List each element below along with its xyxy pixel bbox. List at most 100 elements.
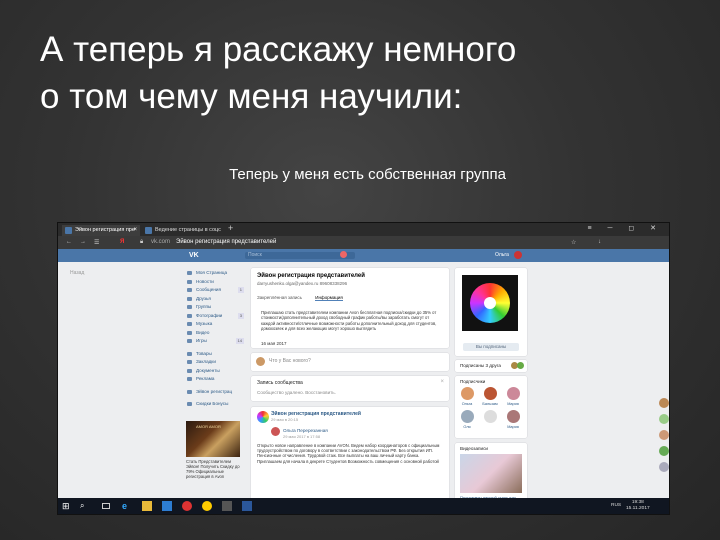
word-icon[interactable]	[242, 501, 252, 511]
video-thumbnail[interactable]	[460, 454, 522, 493]
avatar[interactable]	[514, 251, 522, 259]
nav-item-groups[interactable]: Группы	[186, 303, 244, 312]
nav-label: Эйвон регистрац	[196, 388, 233, 394]
subscribed-button[interactable]: Вы подписаны	[463, 343, 519, 351]
nav-label: Товары	[196, 350, 212, 356]
avatar[interactable]	[507, 387, 520, 400]
tab-second[interactable]: Ведение страницы в соцс	[142, 225, 222, 236]
nav-item-video[interactable]: Видео	[186, 329, 244, 338]
group-tabs: Закреплённая запись Информация	[257, 295, 355, 301]
ad-text[interactable]: Стать Представителем Эйвон! Получить Ски…	[186, 459, 242, 479]
clock[interactable]: 19:38 15.11.2017	[626, 500, 650, 512]
tab-info[interactable]: Информация	[315, 295, 343, 301]
vk-user-name[interactable]: Ольга	[495, 252, 509, 258]
nav-item-bookmarks[interactable]: Закладки	[186, 358, 244, 367]
yandex-browser-icon[interactable]	[202, 501, 212, 511]
bookmark-icon[interactable]: ☆	[571, 239, 576, 246]
nav-item-discounts[interactable]: Скидки Бонусы	[186, 400, 244, 409]
suggested-text[interactable]: Сообщество удалено. Восстановить.	[257, 390, 336, 395]
vk-favicon-icon	[65, 227, 72, 234]
avatar[interactable]	[507, 410, 520, 423]
browser-screenshot: Эйвон регистрация пре × Ведение страницы…	[57, 222, 670, 515]
friends-card[interactable]: Подписаны 3 друга	[455, 360, 527, 372]
group-cover-image[interactable]	[462, 275, 518, 331]
opera-icon[interactable]	[182, 501, 192, 511]
tab-pinned-post[interactable]: Закреплённая запись	[257, 295, 302, 300]
nav-label: Группы	[196, 304, 212, 309]
explorer-icon[interactable]	[142, 501, 152, 511]
language-indicator[interactable]: RUS	[611, 503, 621, 509]
search-icon[interactable]: ⌕	[80, 501, 90, 511]
nav-label: Документы	[196, 367, 220, 373]
nav-item-news[interactable]: Новости	[186, 278, 244, 287]
close-icon[interactable]: ×	[440, 379, 444, 385]
download-icon[interactable]: ↓	[598, 239, 601, 245]
new-tab-button[interactable]: +	[228, 223, 233, 233]
subscriber-name[interactable]: Бальзам	[482, 402, 498, 406]
nav-item-goods[interactable]: Товары	[186, 350, 244, 359]
windows-taskbar: ⊞ ⌕ e RUS 19:38 15.11.2017	[58, 498, 669, 514]
avatar[interactable]	[659, 414, 669, 424]
nav-item-games[interactable]: Игры 14	[186, 337, 244, 346]
post-author[interactable]: Ольга Перерезанная	[283, 428, 328, 433]
nav-item-friends[interactable]: Друзья	[186, 295, 244, 304]
nav-count: 14	[235, 338, 244, 344]
nav-item-messages[interactable]: Сообщения 1	[186, 286, 244, 295]
suggested-title: Запись сообщества	[257, 380, 303, 386]
store-icon[interactable]	[162, 501, 172, 511]
author-avatar[interactable]	[271, 427, 280, 436]
back-link[interactable]: Назад	[70, 270, 84, 276]
group-avatar[interactable]	[257, 411, 269, 423]
edge-icon[interactable]: e	[122, 501, 132, 511]
vk-logo[interactable]: VK	[189, 252, 199, 259]
lock-icon: 🔒︎	[140, 239, 144, 245]
videos-title[interactable]: Видеозаписи	[460, 446, 488, 451]
subscribers-title[interactable]: Подписчики	[460, 379, 485, 384]
nav-label: Видео	[196, 329, 210, 335]
avatar[interactable]	[484, 410, 497, 423]
group-title: Эйвон регистрация представителей	[257, 273, 365, 279]
tab-active[interactable]: Эйвон регистрация пре ×	[62, 225, 140, 236]
notification-bell-icon[interactable]	[340, 251, 347, 258]
back-arrow-icon[interactable]: ←	[66, 239, 72, 245]
yandex-logo[interactable]: Я	[120, 239, 124, 245]
browser-tab-bar: Эйвон регистрация пре × Ведение страницы…	[58, 223, 669, 236]
app-icon[interactable]	[222, 501, 232, 511]
menu-icon[interactable]: ☰	[94, 239, 99, 246]
address-bar[interactable]: ← → ☰ Я 🔒︎ vk.com Эйвон регистрация пред…	[58, 236, 669, 249]
windows-start-icon[interactable]: ⊞	[62, 501, 72, 511]
nav-item-photos[interactable]: Фотографии 3	[186, 312, 244, 321]
subscriber-name[interactable]: Оля	[459, 425, 475, 429]
group-contact: darryushenko.olga@yandex.ru 89608338296	[257, 281, 348, 286]
address-domain: vk.com	[151, 239, 171, 245]
nav-item-ads[interactable]: Реклама	[186, 375, 244, 384]
nav-item-my-page[interactable]: Моя Страница	[186, 269, 244, 278]
avatar	[517, 362, 524, 369]
clock-date: 15.11.2017	[626, 506, 650, 511]
avatar[interactable]	[461, 410, 474, 423]
group-date: 16 мая 2017	[261, 341, 287, 346]
nav-item-music[interactable]: Музыка	[186, 320, 244, 329]
avatar[interactable]	[659, 398, 669, 408]
nav-item-documents[interactable]: Документы	[186, 367, 244, 376]
forward-arrow-icon[interactable]: →	[80, 239, 86, 245]
avatar[interactable]	[659, 430, 669, 440]
avatar[interactable]	[659, 462, 669, 472]
new-post-input[interactable]: Что у Вас нового?	[269, 358, 311, 364]
new-post-box[interactable]: Что у Вас нового?	[251, 353, 449, 371]
subscriber-name[interactable]: Мария	[505, 425, 521, 429]
nav-label: Закладки	[196, 359, 216, 364]
avatar[interactable]	[484, 387, 497, 400]
close-tab-icon[interactable]: ×	[133, 225, 137, 236]
avatar[interactable]	[461, 387, 474, 400]
group-info-card: Эйвон регистрация представителей darryus…	[251, 268, 449, 348]
subscriber-name[interactable]: Мария	[505, 402, 521, 406]
avatar[interactable]	[659, 446, 669, 456]
task-view-icon[interactable]	[102, 503, 110, 509]
window-controls[interactable]: ≡ ─ ◻ ✕	[587, 224, 663, 232]
vk-search-input[interactable]: Поиск	[245, 252, 355, 259]
ad-image[interactable]: AMOR AMOR	[186, 421, 240, 457]
nav-item-avon-group[interactable]: Эйвон регистрац	[186, 388, 244, 397]
slide-title-line-1: А теперь я расскажу немного	[40, 30, 517, 69]
subscriber-name[interactable]: Ольга	[459, 402, 475, 406]
